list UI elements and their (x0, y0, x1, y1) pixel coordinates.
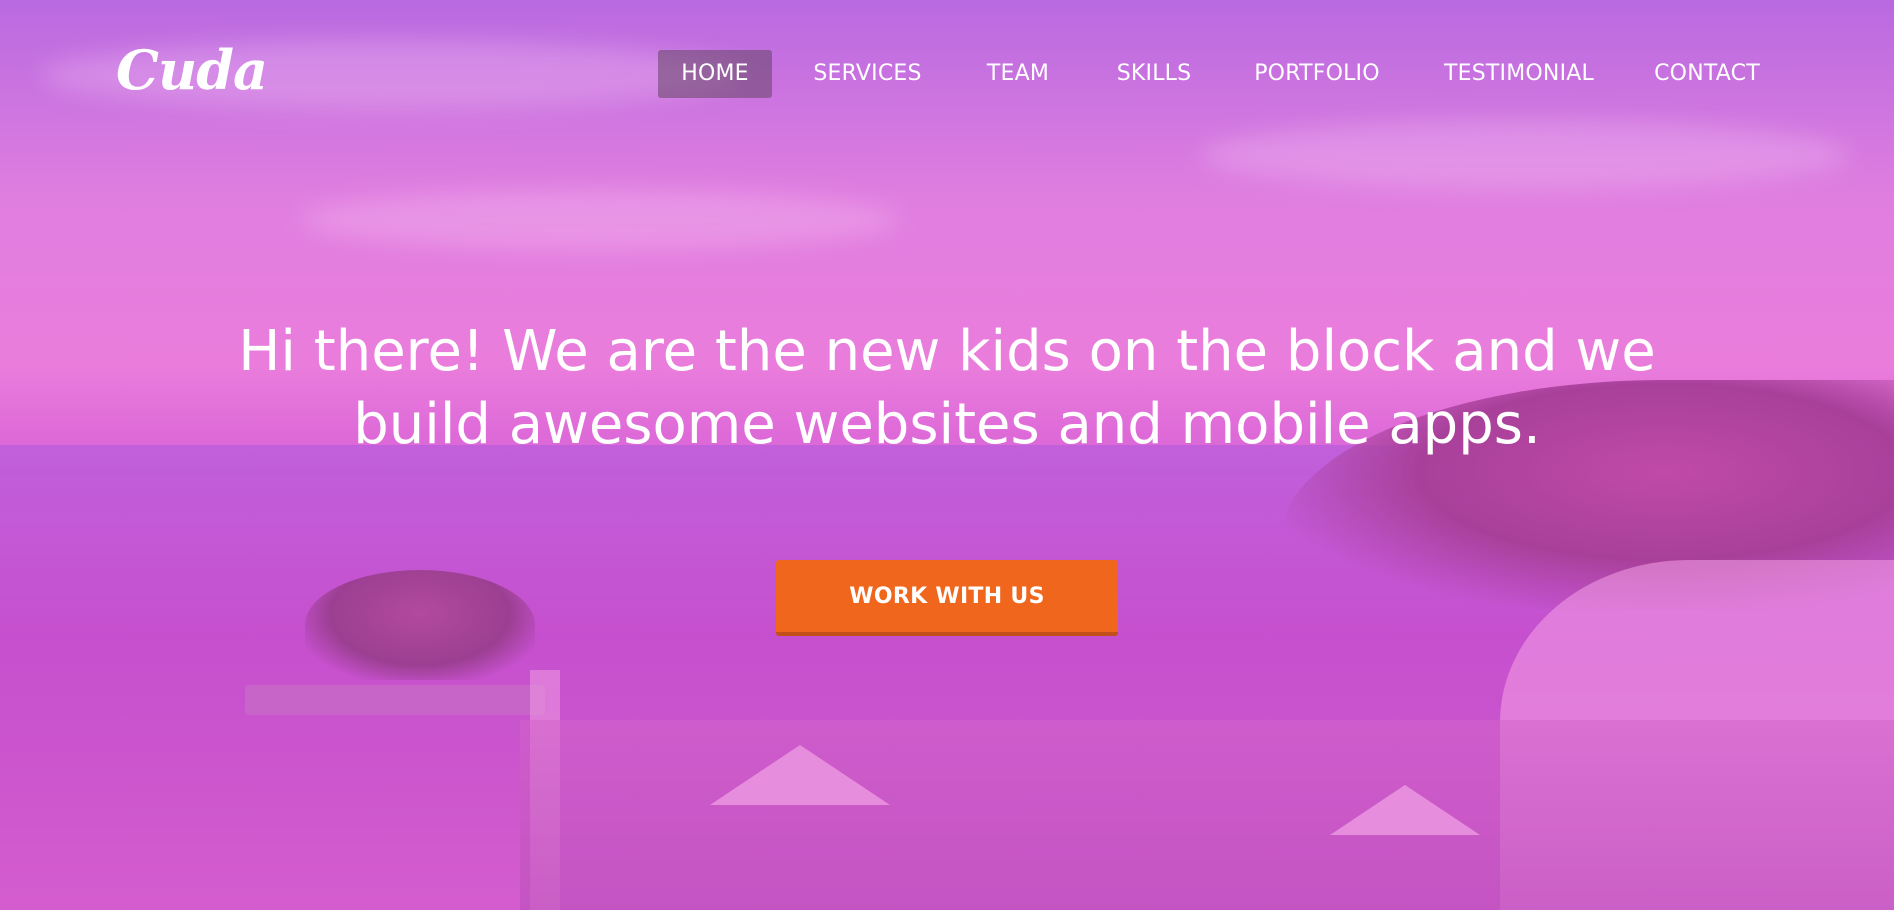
nav-item-testimonial[interactable]: TESTIMONIAL (1440, 50, 1598, 98)
nav-item-home[interactable]: HOME (658, 50, 772, 98)
nav-item-skills[interactable]: SKILLS (1110, 50, 1198, 98)
nav-item-contact[interactable]: CONTACT (1651, 50, 1763, 98)
main-nav: HOME SERVICES TEAM SKILLS PORTFOLIO TEST… (0, 50, 1894, 98)
hero-headline-line2: build awesome websites and mobile apps. (353, 392, 1541, 457)
background-cloud (300, 190, 900, 250)
background-jetty (245, 685, 545, 715)
background-hut (1330, 785, 1480, 835)
nav-item-team[interactable]: TEAM (978, 50, 1058, 98)
hero-headline: Hi there! We are the new kids on the blo… (197, 315, 1697, 461)
nav-item-services[interactable]: SERVICES (805, 50, 930, 98)
hero-section: Cuda HOME SERVICES TEAM SKILLS PORTFOLIO… (0, 0, 1894, 910)
nav-item-portfolio[interactable]: PORTFOLIO (1252, 50, 1382, 98)
background-hut (710, 745, 890, 805)
work-with-us-button[interactable]: WORK WITH US (776, 560, 1118, 636)
background-islet (305, 570, 535, 680)
hero-headline-line1: Hi there! We are the new kids on the blo… (238, 319, 1656, 384)
background-cloud (1200, 120, 1850, 190)
